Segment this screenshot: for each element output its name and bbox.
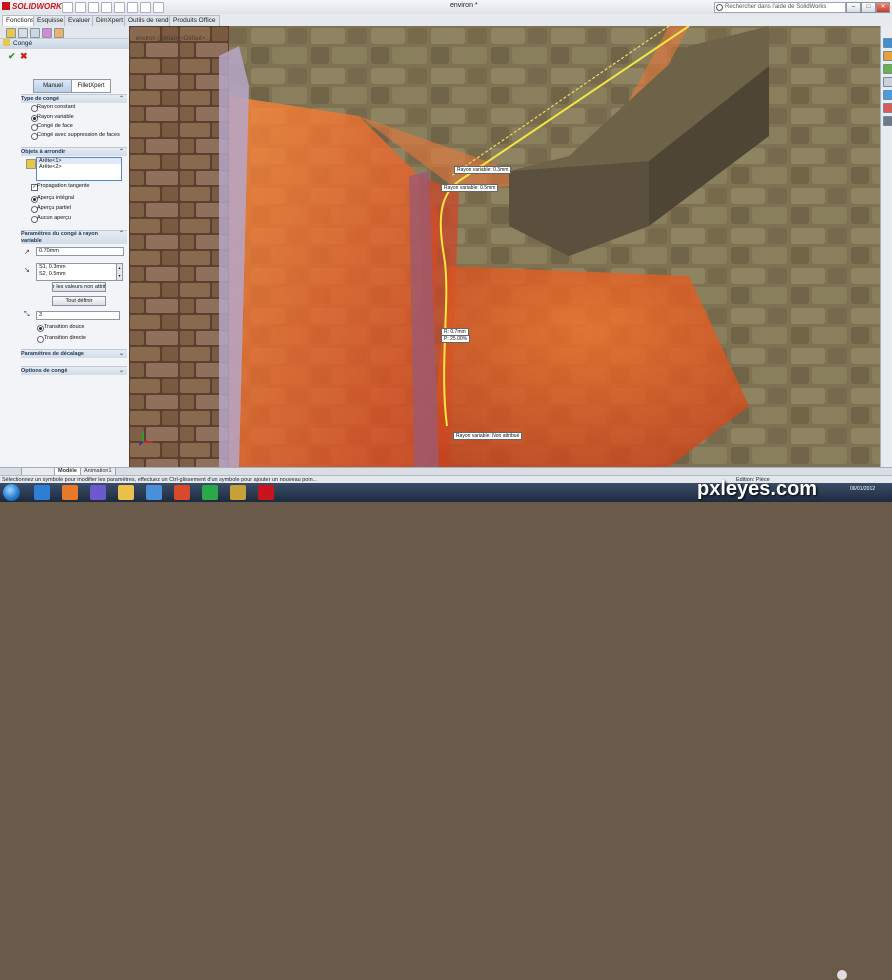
instances-icon: ⤡ xyxy=(24,311,30,318)
volume-icon[interactable] xyxy=(837,970,847,980)
firefox-icon[interactable] xyxy=(62,485,78,500)
print-icon[interactable] xyxy=(101,2,112,13)
radius-icon: ↗ xyxy=(24,249,30,256)
watermark: pxleyes.com xyxy=(697,478,818,500)
radius-callout[interactable]: Rayon variable: 0.5mm xyxy=(441,184,499,192)
save-icon[interactable] xyxy=(88,2,99,13)
option-label: Congé de face xyxy=(37,123,73,129)
outlook-icon[interactable] xyxy=(174,485,190,500)
ie-icon[interactable] xyxy=(34,485,50,500)
word-icon[interactable] xyxy=(146,485,162,500)
new-icon[interactable] xyxy=(62,2,73,13)
manager-icon-bar xyxy=(0,26,129,39)
radio-transition-directe[interactable] xyxy=(37,336,44,343)
file-explorer-icon[interactable] xyxy=(883,64,892,74)
group-type-de-conge[interactable]: Type de congé ⌃ xyxy=(21,94,127,103)
option-label: Aperçu partiel xyxy=(37,205,71,211)
triad-axes-icon xyxy=(138,430,155,446)
option-label: Aucun aperçu xyxy=(37,215,71,221)
folder-icon[interactable] xyxy=(230,485,246,500)
custom-properties-icon[interactable] xyxy=(883,103,892,113)
radius-callout[interactable]: Rayon variable: Non attribué xyxy=(453,432,523,440)
options-icon[interactable] xyxy=(153,2,164,13)
tab-evaluer[interactable]: Evaluer xyxy=(64,15,95,26)
configuration-manager-icon[interactable] xyxy=(30,28,40,38)
graphics-viewport[interactable]: environ (Défaut<<Défaut>... Rayon variab… xyxy=(129,26,880,467)
feature-tree-icon[interactable] xyxy=(6,28,16,38)
left-brick-wall xyxy=(129,26,229,467)
propagation-label: Propagation tangente xyxy=(37,183,90,189)
search-icon xyxy=(716,4,723,11)
option-label: Aperçu intégral xyxy=(37,195,74,201)
property-manager-panel: Congé ✔ ✖ Manuel FilletXpert Type de con… xyxy=(0,26,130,467)
edge-selection-list[interactable]: Arête<1> Arête<2> xyxy=(36,157,122,181)
select-icon[interactable] xyxy=(127,2,138,13)
option-label: Congé avec suppression de faces xyxy=(37,132,120,138)
display-manager-icon[interactable] xyxy=(54,28,64,38)
forum-icon[interactable] xyxy=(883,116,892,126)
edge-selection-icon xyxy=(26,159,36,169)
model-render[interactable] xyxy=(129,26,880,467)
excel-icon[interactable] xyxy=(202,485,218,500)
list-item[interactable]: Arête<2> xyxy=(37,164,121,170)
list-item[interactable]: S1, 0.3mm xyxy=(37,264,117,271)
set-all-button[interactable]: Tout définir xyxy=(52,296,106,306)
minimize-button[interactable]: – xyxy=(846,2,861,13)
solidworks-logo[interactable]: SOLIDWORKS xyxy=(2,1,67,13)
dimxpert-manager-icon[interactable] xyxy=(42,28,52,38)
appearances-icon[interactable] xyxy=(883,90,892,100)
list-item[interactable]: S2, 0.5mm xyxy=(37,271,117,278)
design-library-icon[interactable] xyxy=(883,51,892,61)
tab-esquisse[interactable]: Esquisse xyxy=(33,15,68,26)
open-icon[interactable] xyxy=(75,2,86,13)
rebuild-icon[interactable] xyxy=(140,2,151,13)
group-options-de-conge[interactable]: Options de congé ⌄ xyxy=(21,366,127,375)
set-unassigned-button[interactable]: r les valeurs non attrit xyxy=(52,282,106,292)
undo-icon[interactable] xyxy=(114,2,125,13)
radio-transition-douce[interactable] xyxy=(37,325,44,332)
option-label: Transition directe xyxy=(44,335,86,341)
cancel-x-icon[interactable]: ✖ xyxy=(20,51,28,62)
feature-tree-flyout[interactable]: environ (Défaut<<Défaut>... xyxy=(136,36,210,42)
group-parametres-decalage[interactable]: Paramètres de décalage ⌄ xyxy=(21,349,127,358)
option-label: Rayon variable xyxy=(37,114,74,120)
document-title: environ * xyxy=(450,2,478,9)
manual-mode-button[interactable]: Manuel xyxy=(33,79,73,93)
view-palette-icon[interactable] xyxy=(883,77,892,87)
fillet-icon xyxy=(3,39,10,46)
option-label: Transition douce xyxy=(44,324,85,330)
percent-callout[interactable]: P: 25.00% xyxy=(441,335,471,343)
maximize-button[interactable]: □ xyxy=(861,2,876,13)
task-pane-strip xyxy=(880,26,892,467)
media-player-icon[interactable] xyxy=(90,485,106,500)
filletxpert-mode-button[interactable]: FilletXpert xyxy=(71,79,111,93)
help-search-input[interactable]: Rechercher dans l'aide de SolidWorks xyxy=(714,2,846,13)
radius-vertex-list[interactable]: S1, 0.3mm S2, 0.5mm xyxy=(36,263,118,281)
taskbar-clock[interactable]: 06/01/2012 xyxy=(850,486,875,492)
option-label: Rayon constant xyxy=(37,104,76,110)
vertex-list-icon: ↘ xyxy=(24,267,30,274)
start-button-icon[interactable] xyxy=(3,484,20,501)
list-scrollbar[interactable]: ▴ ▾ xyxy=(116,263,123,281)
tab-dimxpert[interactable]: DimXpert xyxy=(92,15,128,26)
group-objets-a-arrondir[interactable]: Objets à arrondir ⌃ xyxy=(21,147,127,156)
explorer-icon[interactable] xyxy=(118,485,134,500)
radius-callout[interactable]: Rayon variable: 0.3mm xyxy=(454,166,512,174)
resources-icon[interactable] xyxy=(883,38,892,48)
title-bar: SOLIDWORKS environ * Rechercher dans l'a… xyxy=(0,0,892,15)
close-button[interactable]: ✕ xyxy=(876,2,890,13)
solidworks-taskbar-icon[interactable] xyxy=(258,485,274,500)
tab-produits-office[interactable]: Produits Office xyxy=(169,15,220,26)
instances-spinner[interactable]: 3 xyxy=(36,311,120,320)
radius-input[interactable]: 0.70mm xyxy=(36,247,124,256)
property-manager-header: Congé xyxy=(0,39,129,49)
property-manager-icon[interactable] xyxy=(18,28,28,38)
ok-check-icon[interactable]: ✔ xyxy=(8,51,16,62)
group-parametres-rayon-variable[interactable]: Paramètres du congé à rayon variable ⌃ xyxy=(21,230,127,244)
